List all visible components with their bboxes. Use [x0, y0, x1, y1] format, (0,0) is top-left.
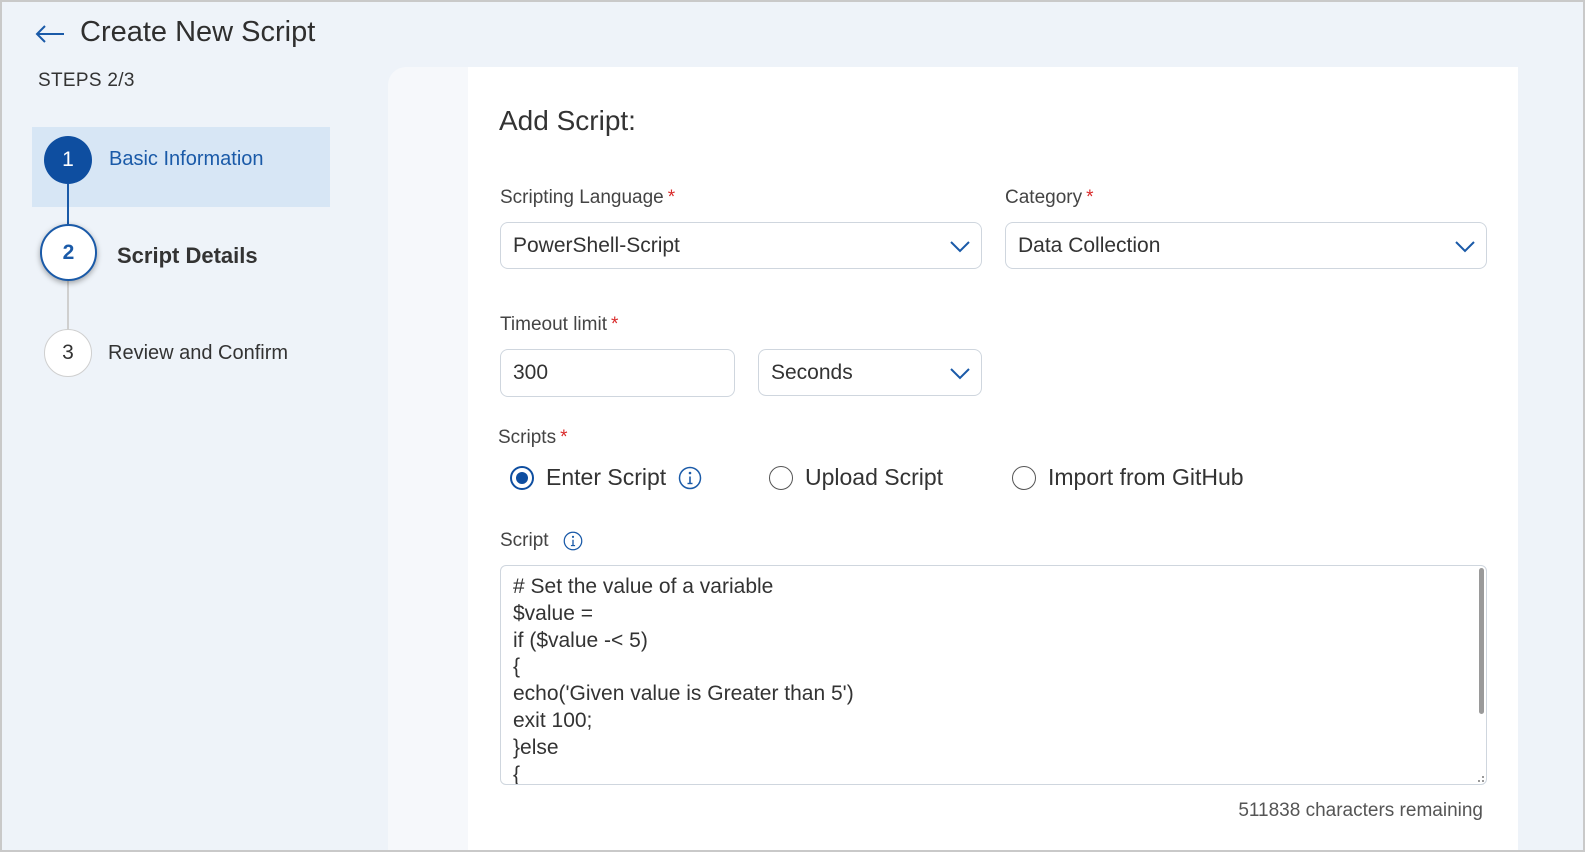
- timeout-label: Timeout limit *: [500, 314, 618, 336]
- scripts-label: Scripts *: [498, 427, 567, 449]
- steps-counter: STEPS 2/3: [38, 70, 135, 91]
- required-marker: *: [560, 427, 568, 448]
- info-icon[interactable]: [563, 531, 583, 551]
- step-3-circle[interactable]: 3: [44, 329, 92, 377]
- stepper: 1 Basic Information 2 Script Details 3 R…: [32, 127, 330, 387]
- timeout-unit-value: Seconds: [771, 360, 853, 384]
- script-label: Script: [500, 530, 583, 552]
- section-title: Add Script:: [499, 105, 636, 136]
- radio-upload-script-label: Upload Script: [805, 464, 944, 490]
- chevron-down-icon: [950, 240, 970, 252]
- category-label: Category *: [1005, 187, 1094, 209]
- info-icon[interactable]: [678, 466, 702, 490]
- timeout-label-text: Timeout limit: [500, 314, 607, 335]
- radio-import-github[interactable]: Import from GitHub: [1012, 464, 1244, 491]
- timeout-unit-select[interactable]: Seconds: [758, 349, 982, 396]
- step-3-label[interactable]: Review and Confirm: [108, 342, 288, 365]
- radio-checked-icon: [510, 465, 534, 490]
- required-marker: *: [1086, 187, 1094, 208]
- step-connector: [67, 184, 69, 226]
- step-connector: [67, 281, 69, 331]
- step-1-label[interactable]: Basic Information: [109, 148, 264, 171]
- radio-enter-script-label: Enter Script: [546, 464, 667, 490]
- step-2-circle[interactable]: 2: [40, 224, 97, 281]
- timeout-input[interactable]: 300: [500, 349, 735, 397]
- category-select[interactable]: Data Collection: [1005, 222, 1487, 269]
- radio-upload-script[interactable]: Upload Script: [769, 464, 943, 491]
- chars-remaining: 511838 characters remaining: [1238, 800, 1483, 821]
- script-textarea[interactable]: # Set the value of a variable $value = i…: [500, 565, 1487, 785]
- chevron-down-icon: [950, 367, 970, 379]
- page-title: Create New Script: [80, 16, 316, 48]
- radio-unchecked-icon: [769, 465, 793, 490]
- required-marker: *: [610, 314, 619, 335]
- scripting-language-label: Scripting Language *: [500, 187, 675, 209]
- step-2-label[interactable]: Script Details: [117, 243, 258, 269]
- step-1-circle[interactable]: 1: [44, 136, 92, 184]
- category-label-text: Category: [1005, 187, 1083, 208]
- script-content: # Set the value of a variable $value = i…: [513, 575, 854, 785]
- scripting-language-value: PowerShell-Script: [513, 233, 680, 257]
- timeout-value: 300: [513, 361, 549, 384]
- required-marker: *: [667, 187, 676, 208]
- radio-enter-script[interactable]: Enter Script: [510, 464, 702, 491]
- category-value: Data Collection: [1018, 233, 1161, 257]
- scripting-language-select[interactable]: PowerShell-Script: [500, 222, 982, 269]
- app-frame: Create New Script STEPS 2/3 1 Basic Info…: [0, 0, 1585, 852]
- back-arrow-icon[interactable]: [34, 20, 66, 48]
- radio-import-github-label: Import from GitHub: [1048, 464, 1244, 490]
- scripting-language-label-text: Scripting Language: [500, 187, 664, 208]
- resize-handle-icon[interactable]: [1478, 776, 1484, 782]
- radio-unchecked-icon: [1012, 465, 1036, 490]
- scripts-label-text: Scripts: [498, 427, 557, 448]
- scrollbar[interactable]: [1479, 568, 1484, 714]
- script-label-text: Script: [500, 530, 549, 551]
- chevron-down-icon: [1455, 240, 1475, 252]
